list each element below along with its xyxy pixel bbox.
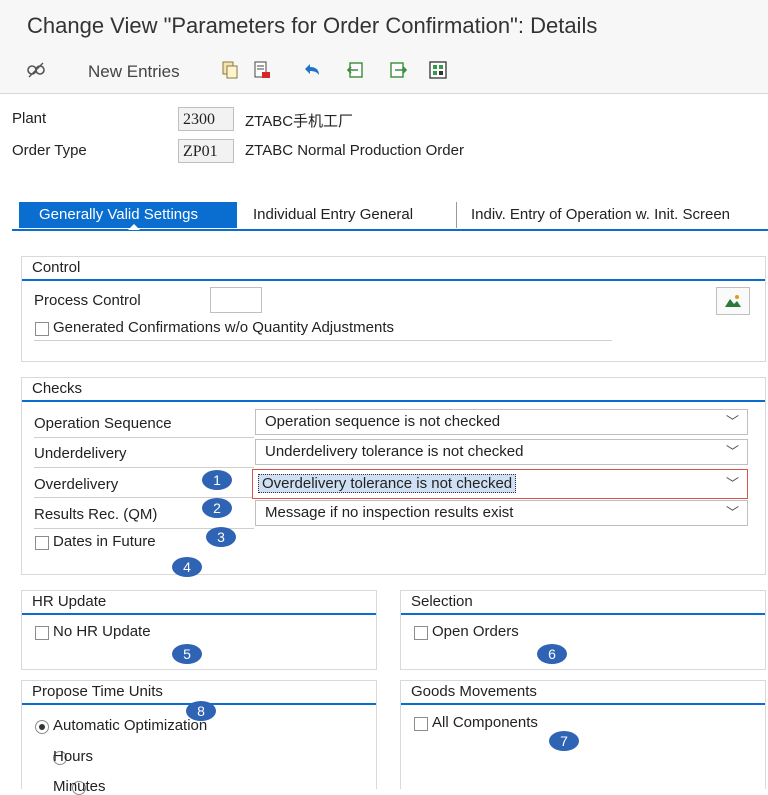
operation-sequence-label: Operation Sequence xyxy=(34,415,172,432)
annotation-badge-7: 7 xyxy=(549,731,579,751)
propose-time-units-group: Propose Time Units Automatic Optimizatio… xyxy=(21,680,377,795)
undo-icon[interactable] xyxy=(300,58,324,82)
hours-label: Hours xyxy=(53,748,94,765)
selection-group-title: Selection xyxy=(401,591,765,615)
chevron-down-icon: ﹀ xyxy=(725,414,739,429)
display-change-icon[interactable] xyxy=(24,58,48,82)
overdelivery-label: Overdelivery xyxy=(34,476,119,493)
underdelivery-dropdown[interactable]: Underdelivery tolerance is not checked ﹀ xyxy=(255,439,748,465)
annotation-badge-2: 2 xyxy=(202,498,232,518)
plant-label: Plant xyxy=(12,110,47,127)
generated-confirmations-label: Generated Confirmations w/o Quantity Adj… xyxy=(53,319,395,336)
goods-movements-group-title: Goods Movements xyxy=(401,681,765,705)
previous-entry-icon[interactable] xyxy=(344,58,368,82)
no-hr-update-checkbox[interactable] xyxy=(35,626,49,640)
tab-individual-entry-general[interactable]: Individual Entry General xyxy=(241,202,457,228)
process-control-label: Process Control xyxy=(34,292,141,309)
underdelivery-value: Underdelivery tolerance is not checked xyxy=(265,443,524,460)
all-components-checkbox[interactable] xyxy=(414,717,428,731)
delete-icon[interactable] xyxy=(250,58,274,82)
open-orders-checkbox[interactable] xyxy=(414,626,428,640)
page-title: Change View "Parameters for Order Confir… xyxy=(27,13,598,38)
operation-sequence-dropdown[interactable]: Operation sequence is not checked ﹀ xyxy=(255,409,748,435)
divider xyxy=(34,437,254,438)
overdelivery-value: Overdelivery tolerance is not checked xyxy=(258,474,517,493)
overdelivery-dropdown[interactable]: Overdelivery tolerance is not checked ﹀ xyxy=(252,469,748,499)
control-group-title: Control xyxy=(22,257,765,281)
order-type-label: Order Type xyxy=(12,142,87,159)
plant-field[interactable]: 2300 xyxy=(178,107,234,131)
chevron-down-icon: ﹀ xyxy=(725,505,739,520)
divider xyxy=(34,467,254,468)
open-orders-label: Open Orders xyxy=(432,623,519,640)
copy-icon[interactable] xyxy=(218,58,242,82)
automatic-optimization-radio[interactable] xyxy=(35,720,49,734)
next-entry-icon[interactable] xyxy=(386,58,410,82)
control-group: Control Process Control Generated Confir… xyxy=(21,256,766,362)
selection-group: Selection Open Orders xyxy=(400,590,766,670)
new-entries-button[interactable]: New Entries xyxy=(88,62,180,82)
annotation-badge-4: 4 xyxy=(172,557,202,577)
dates-in-future-label: Dates in Future xyxy=(53,533,156,550)
chevron-down-icon: ﹀ xyxy=(725,476,739,491)
toolbar: New Entries xyxy=(0,50,768,94)
results-rec-value: Message if no inspection results exist xyxy=(265,504,514,521)
underdelivery-label: Underdelivery xyxy=(34,445,127,462)
active-tab-indicator xyxy=(128,224,140,230)
annotation-badge-8: 8 xyxy=(186,701,216,721)
order-type-description: ZTABC Normal Production Order xyxy=(245,142,464,159)
tab-underline xyxy=(12,229,768,231)
chevron-down-icon: ﹀ xyxy=(725,444,739,459)
hr-update-group-title: HR Update xyxy=(22,591,376,615)
transport-icon[interactable] xyxy=(426,58,450,82)
all-components-label: All Components xyxy=(432,714,538,731)
generated-confirmations-checkbox[interactable] xyxy=(35,322,49,336)
no-hr-update-label: No HR Update xyxy=(53,623,151,640)
minutes-label: Minutes xyxy=(53,778,106,795)
tab-indiv-entry-operation[interactable]: Indiv. Entry of Operation w. Init. Scree… xyxy=(459,202,768,228)
order-type-field[interactable]: ZP01 xyxy=(178,139,234,163)
checks-group-title: Checks xyxy=(22,378,765,402)
dates-in-future-checkbox[interactable] xyxy=(35,536,49,550)
automatic-optimization-label: Automatic Optimization xyxy=(53,717,208,734)
operation-sequence-value: Operation sequence is not checked xyxy=(265,413,501,430)
annotation-badge-6: 6 xyxy=(537,644,567,664)
plant-description: ZTABC手机工厂 xyxy=(245,113,354,130)
results-rec-label: Results Rec. (QM) xyxy=(34,506,158,523)
divider xyxy=(34,340,612,341)
checks-group: Checks Operation Sequence Operation sequ… xyxy=(21,377,766,575)
annotation-badge-5: 5 xyxy=(172,644,202,664)
image-icon[interactable] xyxy=(716,287,750,315)
annotation-badge-3: 3 xyxy=(206,527,236,547)
annotation-badge-1: 1 xyxy=(202,470,232,490)
process-control-input[interactable] xyxy=(210,287,262,313)
results-rec-dropdown[interactable]: Message if no inspection results exist ﹀ xyxy=(255,500,748,526)
goods-movements-group: Goods Movements All Components xyxy=(400,680,766,789)
